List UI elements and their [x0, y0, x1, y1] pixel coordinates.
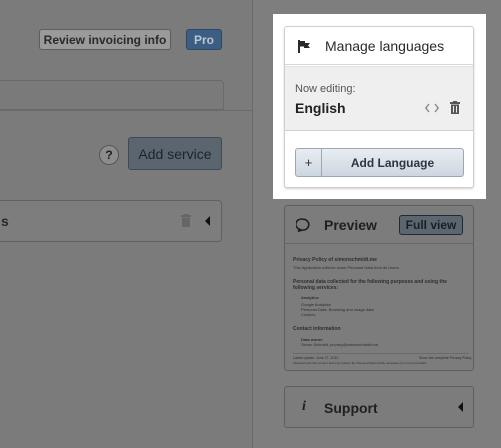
caret-left-icon[interactable] — [205, 216, 210, 226]
doc-footer-link: Show the complete Privacy Policy — [419, 356, 472, 360]
now-editing-label: Now editing: — [295, 83, 356, 95]
add-language-label: Add Language — [350, 155, 435, 170]
sidebar-divider — [252, 0, 253, 448]
tab-bar-divider — [0, 110, 253, 111]
doc-footer-divider — [293, 353, 469, 354]
full-view-button[interactable]: Full view — [399, 215, 463, 235]
help-icon[interactable]: ? — [99, 145, 119, 165]
manage-languages-header: Manage languages — [285, 27, 473, 65]
trash-icon[interactable] — [450, 101, 460, 114]
preview-panel: Preview Full view Privacy Policy of simo… — [284, 205, 474, 371]
preview-title: Preview — [324, 217, 377, 233]
doc-item-detail-2: Cookies — [301, 312, 316, 317]
doc-contact-title: Contact information — [293, 326, 341, 332]
doc-item-title: Analytics — [301, 295, 319, 300]
preview-header: Preview Full view — [285, 206, 473, 244]
flag-icon — [298, 40, 310, 53]
info-icon: i — [302, 399, 306, 414]
code-icon[interactable] — [425, 103, 439, 113]
support-panel[interactable]: i Support — [284, 386, 474, 428]
speech-bubble-icon — [296, 218, 310, 232]
manage-languages-title: Manage languages — [325, 38, 445, 54]
trash-icon[interactable] — [181, 214, 191, 227]
pro-badge[interactable]: Pro — [186, 29, 222, 50]
add-service-button[interactable]: Add service — [128, 137, 222, 170]
current-language-row: Now editing: English — [285, 66, 473, 131]
tab-bar — [0, 80, 224, 110]
doc-footer-left: Latest update: June 27, 2012 — [293, 356, 339, 360]
manage-languages-panel: Manage languages Now editing: English + … — [284, 26, 474, 188]
add-language-button[interactable]: + Add Language — [295, 148, 464, 177]
support-title: Support — [324, 400, 378, 416]
doc-footer-right: iubenda hosts this content and only coll… — [293, 361, 427, 365]
doc-owner-detail: Simon Schmidt, privacy@simonschmidt.me — [301, 342, 378, 347]
plus-icon: + — [296, 149, 322, 176]
current-language: English — [295, 100, 346, 116]
service-row-label: s — [1, 213, 9, 229]
caret-left-icon[interactable] — [458, 402, 463, 412]
doc-heading: Privacy Policy of simonschmidt.me — [293, 257, 377, 263]
privacy-policy-preview[interactable]: Privacy Policy of simonschmidt.me This A… — [287, 254, 472, 370]
doc-intro: This Application collects some Personal … — [293, 265, 400, 270]
doc-section-title: Personal data collected for the followin… — [293, 279, 447, 291]
review-invoicing-button[interactable]: Review invoicing info — [39, 29, 171, 50]
service-row[interactable]: s — [0, 200, 222, 242]
